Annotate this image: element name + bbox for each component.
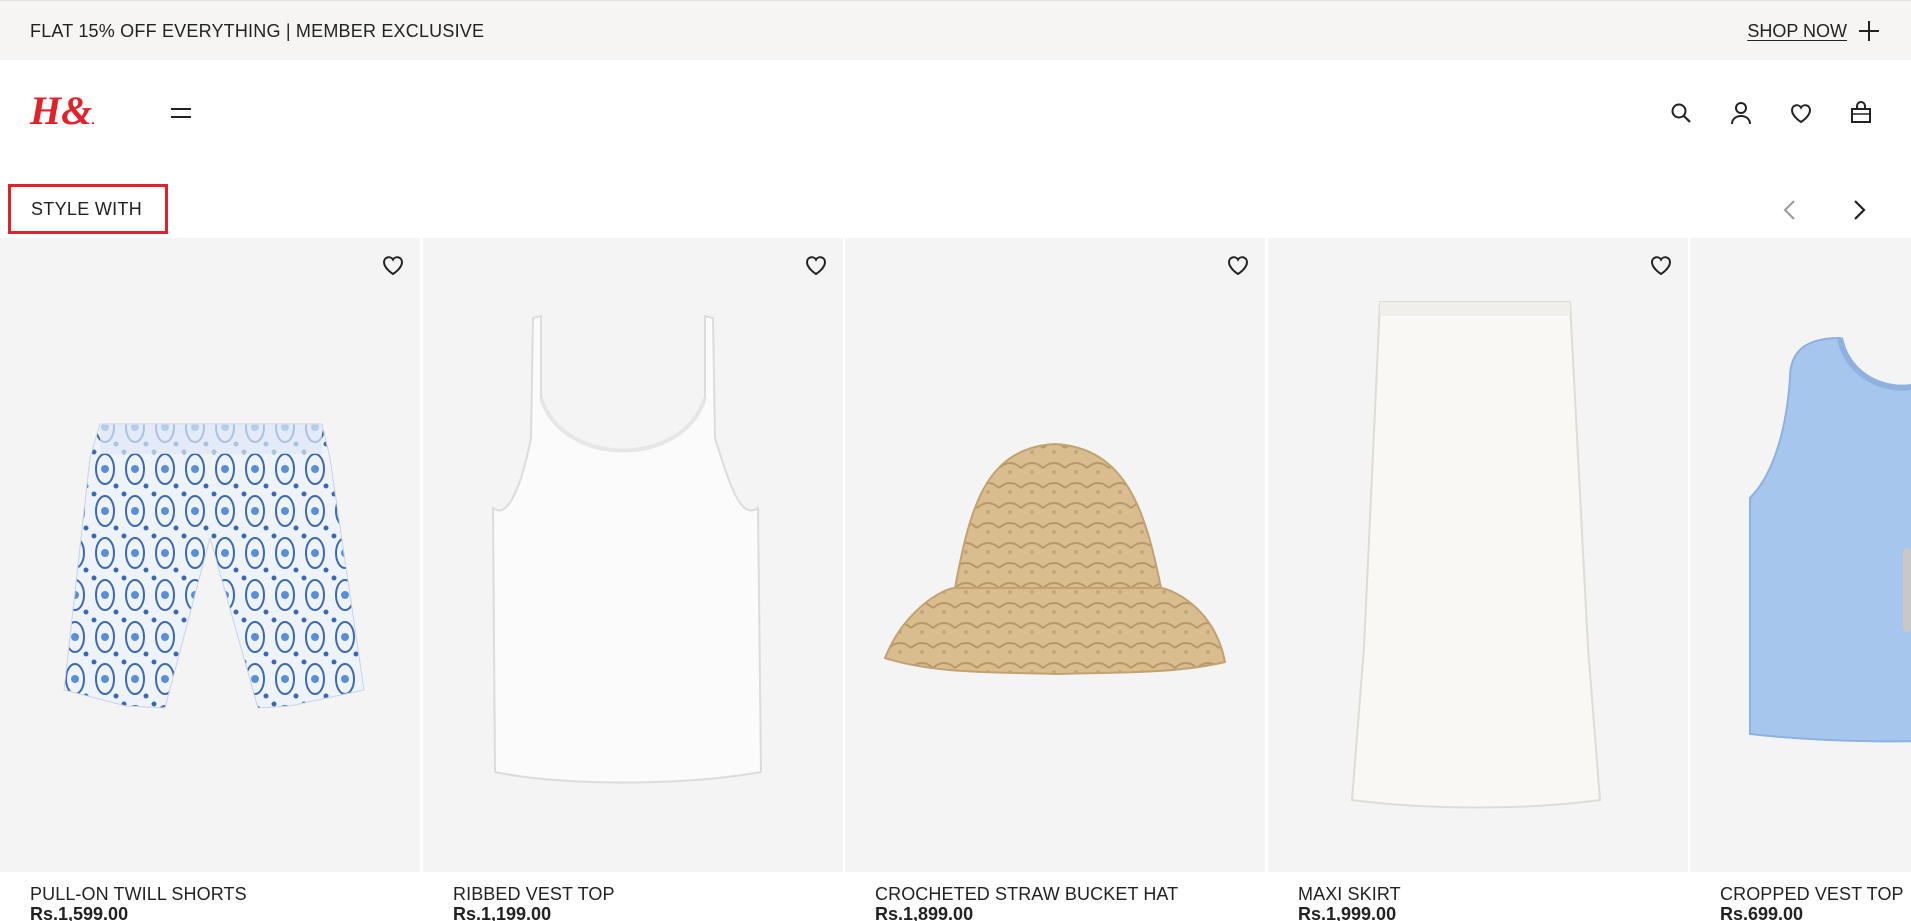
product-name[interactable]: MAXI SKIRT xyxy=(1298,884,1401,905)
carousel-next-button[interactable] xyxy=(1845,196,1873,224)
product-image[interactable] xyxy=(845,238,1265,872)
product-carousel[interactable]: PULL-ON TWILL SHORTS Rs.1,599.00 RIBBED … xyxy=(0,238,1911,921)
shop-now-link[interactable]: SHOP NOW xyxy=(1747,19,1881,43)
account-icon[interactable] xyxy=(1728,100,1754,126)
product-image[interactable] xyxy=(1690,238,1911,872)
cropped-vest-image xyxy=(1749,336,1911,743)
product-card[interactable]: CROCHETED STRAW BUCKET HAT Rs.1,899.00 xyxy=(845,238,1265,921)
product-name[interactable]: CROPPED VEST TOP xyxy=(1720,884,1904,905)
vest-top-image xyxy=(491,314,763,784)
plus-icon xyxy=(1859,21,1879,41)
favorite-icon[interactable] xyxy=(1225,252,1251,278)
promo-text: FLAT 15% OFF EVERYTHING | MEMBER EXCLUSI… xyxy=(30,21,485,41)
product-price: Rs.1,599.00 xyxy=(30,904,129,921)
bucket-hat-image xyxy=(883,442,1227,676)
chevron-right-icon xyxy=(1854,200,1866,220)
product-card[interactable]: CROPPED VEST TOP Rs.699.00 xyxy=(1690,238,1911,921)
product-card[interactable]: MAXI SKIRT Rs.1,999.00 xyxy=(1268,238,1688,921)
bag-icon[interactable] xyxy=(1848,100,1874,126)
search-icon[interactable] xyxy=(1668,100,1694,126)
page-scrollbar[interactable] xyxy=(1903,548,1911,632)
carousel-prev-button[interactable] xyxy=(1777,196,1805,224)
product-card[interactable]: RIBBED VEST TOP Rs.1,199.00 xyxy=(423,238,843,921)
product-name[interactable]: RIBBED VEST TOP xyxy=(453,884,615,905)
section-title: STYLE WITH xyxy=(8,184,168,234)
product-card[interactable]: PULL-ON TWILL SHORTS Rs.1,599.00 xyxy=(0,238,420,921)
menu-icon[interactable] xyxy=(168,100,194,126)
hm-logo[interactable]: H&M xyxy=(28,84,94,134)
product-image[interactable] xyxy=(0,238,420,872)
favorite-icon[interactable] xyxy=(803,252,829,278)
product-price: Rs.1,999.00 xyxy=(1298,904,1397,921)
product-image[interactable] xyxy=(1268,238,1688,872)
maxi-skirt-image xyxy=(1350,301,1602,809)
shorts-image xyxy=(63,423,365,709)
product-name[interactable]: CROCHETED STRAW BUCKET HAT xyxy=(875,884,1178,905)
favorite-icon[interactable] xyxy=(1648,252,1674,278)
site-header: H&M xyxy=(0,60,1911,160)
product-price: Rs.1,199.00 xyxy=(453,904,552,921)
product-name[interactable]: PULL-ON TWILL SHORTS xyxy=(30,884,247,905)
product-image[interactable] xyxy=(423,238,843,872)
product-price: Rs.1,899.00 xyxy=(875,904,974,921)
product-price: Rs.699.00 xyxy=(1720,904,1804,921)
favorite-icon[interactable] xyxy=(380,252,406,278)
favorites-icon[interactable] xyxy=(1788,100,1814,126)
chevron-left-icon xyxy=(1783,200,1795,220)
logo-text: H&M xyxy=(29,88,94,133)
shop-now-label: SHOP NOW xyxy=(1747,20,1847,41)
promo-banner: FLAT 15% OFF EVERYTHING | MEMBER EXCLUSI… xyxy=(0,0,1911,60)
